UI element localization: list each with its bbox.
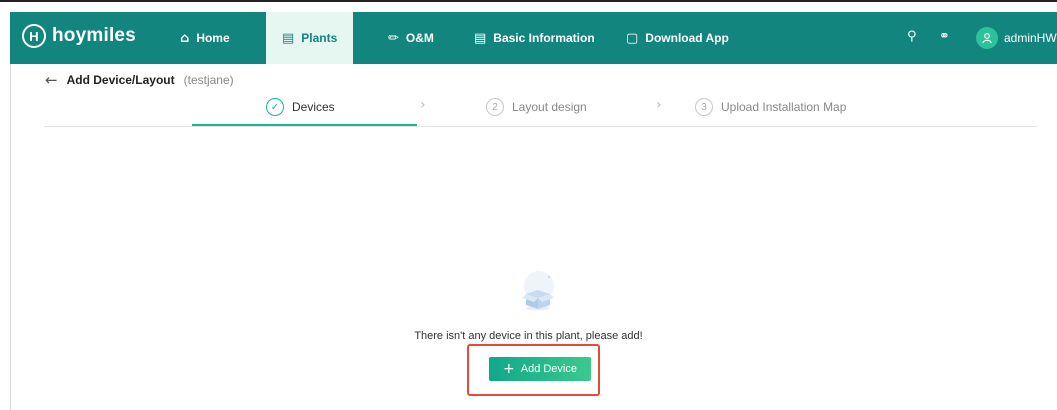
nav-item-download-app[interactable]: ▢ Download App — [626, 12, 729, 64]
search-icon[interactable]: ⚲ — [907, 29, 917, 44]
plants-icon: ▤ — [282, 30, 295, 46]
top-rule — [0, 0, 1057, 2]
nav-item-home[interactable]: ⌂ Home — [180, 12, 230, 64]
bag-icon: ▢ — [626, 30, 639, 46]
info-doc-icon: ▤ — [474, 30, 487, 46]
nav-item-om[interactable]: ✏ O&M — [388, 12, 434, 64]
nav-item-label: Download App — [645, 31, 729, 45]
nav-item-label: Plants — [301, 31, 338, 45]
step-label: Layout design — [512, 100, 587, 114]
nav-item-label: Home — [196, 31, 230, 45]
plus-icon: + — [503, 361, 515, 377]
wrench-icon: ✏ — [388, 30, 399, 46]
nav-item-basic-information[interactable]: ▤ Basic Information — [474, 12, 595, 64]
username[interactable]: adminHW — [1004, 31, 1057, 45]
nav-item-label: Basic Information — [493, 31, 595, 45]
logo-mark: H — [22, 24, 46, 48]
step-layout-design[interactable]: 2 Layout design — [486, 98, 587, 116]
add-device-label: Add Device — [520, 363, 577, 375]
nav-item-label: O&M — [405, 31, 434, 45]
step-number: 3 — [695, 98, 713, 116]
step-devices[interactable]: ✓ Devices — [266, 98, 335, 116]
page-header: ← Add Device/Layout (testjane) — [45, 71, 234, 89]
active-step-indicator — [192, 124, 417, 126]
page-title: Add Device/Layout — [66, 73, 175, 87]
globe-icon[interactable]: ⚭ — [939, 29, 950, 44]
avatar[interactable] — [976, 27, 998, 49]
add-device-button[interactable]: + Add Device — [489, 357, 591, 381]
back-arrow-icon[interactable]: ← — [45, 71, 58, 89]
step-upload-installation-map[interactable]: 3 Upload Installation Map — [695, 98, 846, 116]
steps-divider — [44, 126, 1037, 127]
user-icon — [982, 33, 992, 44]
step-label: Upload Installation Map — [721, 100, 847, 114]
check-icon: ✓ — [266, 98, 284, 116]
chevron-right-icon: › — [420, 97, 426, 113]
step-number: 2 — [486, 98, 504, 116]
top-navbar: H hoymiles ⌂ Home ▤ Plants ✏ O&M ▤ Basic… — [10, 12, 1057, 64]
home-icon: ⌂ — [180, 30, 190, 46]
step-label: Devices — [292, 100, 335, 114]
empty-box-icon — [522, 271, 554, 311]
nav-item-plants[interactable]: ▤ Plants — [266, 12, 354, 64]
chevron-right-icon: › — [656, 97, 662, 113]
brand-logo[interactable]: H hoymiles — [22, 24, 136, 48]
empty-state-message: There isn't any device in this plant, pl… — [414, 330, 643, 342]
plant-name: (testjane) — [183, 73, 234, 87]
brand-name: hoymiles — [52, 25, 136, 46]
